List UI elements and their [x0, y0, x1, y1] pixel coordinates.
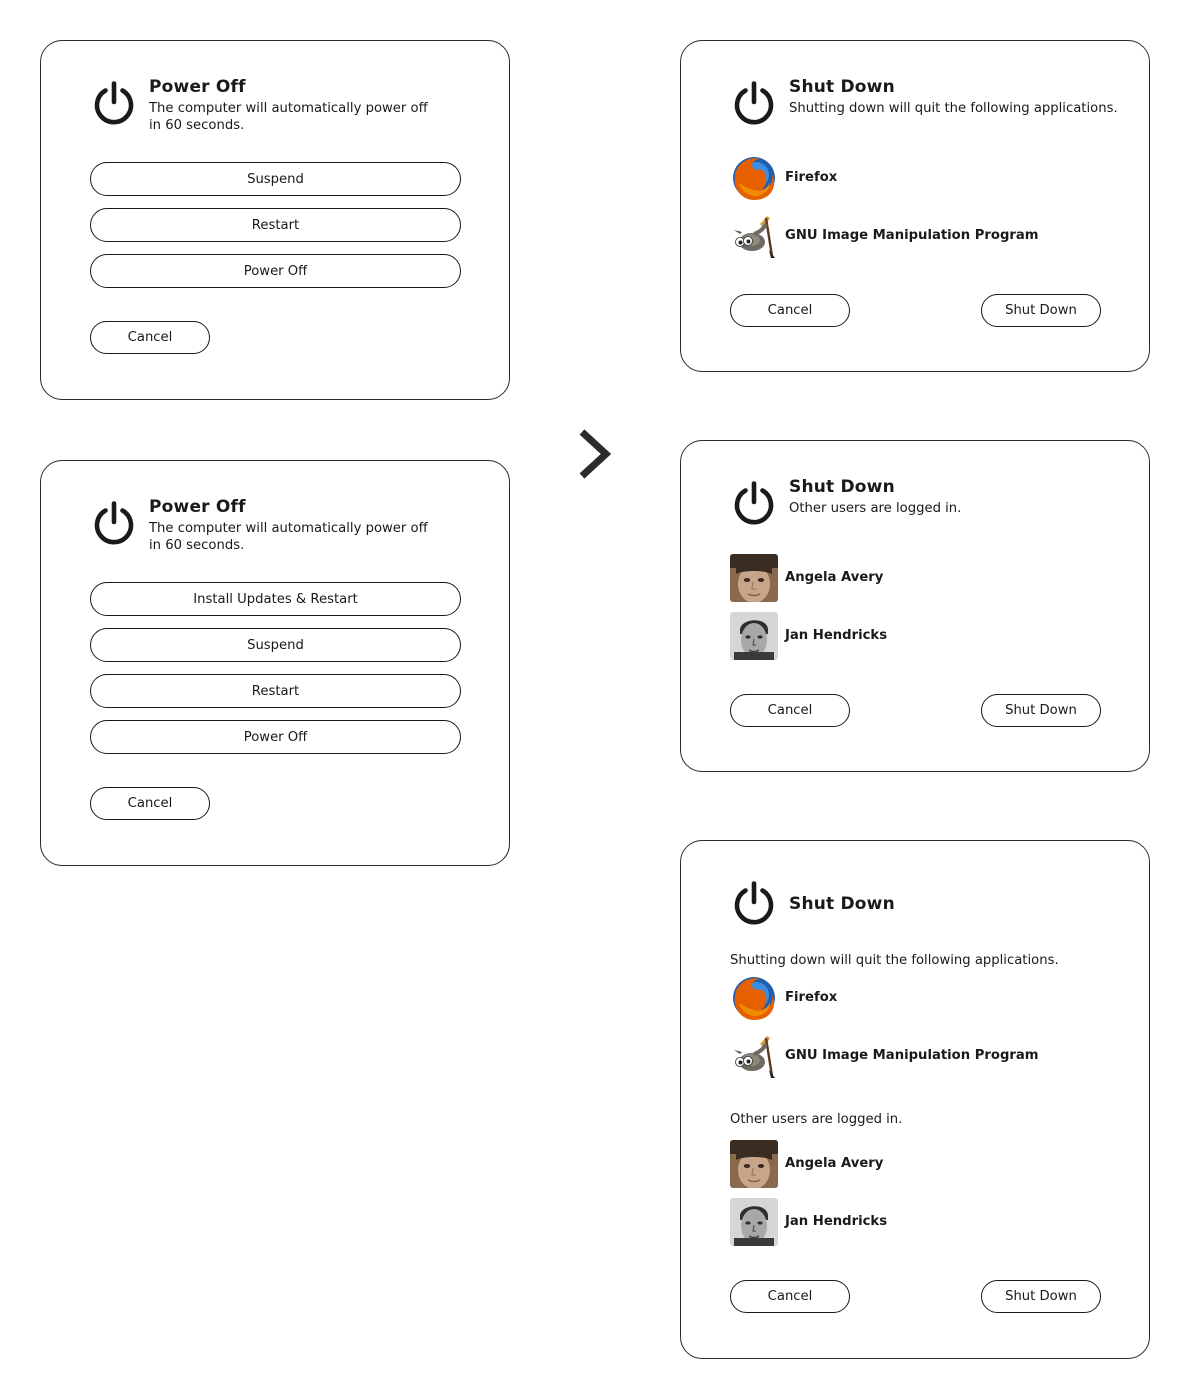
dialog-description: The computer will automatically power of…	[149, 101, 428, 133]
power-icon	[91, 501, 137, 547]
cancel-button[interactable]: Cancel	[90, 321, 210, 354]
app-name: Firefox	[785, 990, 838, 1005]
shutdown-combined-dialog: Shut Down Shutting down will quit the fo…	[680, 840, 1150, 1359]
users-description: Other users are logged in.	[730, 1112, 903, 1127]
dialog-title: Power Off	[149, 77, 246, 97]
user-name: Jan Hendricks	[785, 1214, 888, 1229]
install-updates-restart-button[interactable]: Install Updates & Restart	[90, 582, 461, 616]
avatar-jan	[730, 1198, 778, 1246]
firefox-icon	[730, 154, 778, 202]
cancel-button[interactable]: Cancel	[730, 294, 850, 327]
dialog-title: Shut Down	[789, 894, 895, 914]
power-icon	[91, 81, 137, 127]
user-name: Angela Avery	[785, 1156, 884, 1171]
app-name: GNU Image Manipulation Program	[785, 228, 1039, 243]
gimp-icon	[730, 1032, 778, 1080]
shutdown-users-dialog: Shut Down Other users are logged in. Ang…	[680, 440, 1150, 772]
cancel-button[interactable]: Cancel	[730, 1280, 850, 1313]
user-name: Angela Avery	[785, 570, 884, 585]
dialog-description: Other users are logged in.	[789, 501, 962, 516]
suspend-button[interactable]: Suspend	[90, 162, 461, 196]
avatar-angela	[730, 554, 778, 602]
power-icon	[731, 481, 777, 527]
shut-down-button[interactable]: Shut Down	[981, 294, 1101, 327]
dialog-title: Shut Down	[789, 477, 895, 497]
app-name: Firefox	[785, 170, 838, 185]
dialog-description: Shutting down will quit the following ap…	[789, 101, 1118, 116]
power-icon	[731, 881, 777, 927]
restart-button[interactable]: Restart	[90, 674, 461, 708]
power-off-button[interactable]: Power Off	[90, 720, 461, 754]
power-off-dialog: Power Off The computer will automaticall…	[40, 40, 510, 400]
power-off-button[interactable]: Power Off	[90, 254, 461, 288]
apps-description: Shutting down will quit the following ap…	[730, 953, 1059, 968]
avatar-angela	[730, 1140, 778, 1188]
user-name: Jan Hendricks	[785, 628, 888, 643]
firefox-icon	[730, 974, 778, 1022]
gimp-icon	[730, 212, 778, 260]
avatar-jan	[730, 612, 778, 660]
dialog-description: The computer will automatically power of…	[149, 521, 428, 553]
cancel-button[interactable]: Cancel	[90, 787, 210, 820]
dialog-title: Power Off	[149, 497, 246, 517]
chevron-right-icon	[579, 429, 612, 479]
shut-down-button[interactable]: Shut Down	[981, 1280, 1101, 1313]
app-name: GNU Image Manipulation Program	[785, 1048, 1039, 1063]
suspend-button[interactable]: Suspend	[90, 628, 461, 662]
dialog-title: Shut Down	[789, 77, 895, 97]
shut-down-button[interactable]: Shut Down	[981, 694, 1101, 727]
shutdown-apps-dialog: Shut Down Shutting down will quit the fo…	[680, 40, 1150, 372]
power-off-updates-dialog: Power Off The computer will automaticall…	[40, 460, 510, 866]
restart-button[interactable]: Restart	[90, 208, 461, 242]
power-icon	[731, 81, 777, 127]
cancel-button[interactable]: Cancel	[730, 694, 850, 727]
